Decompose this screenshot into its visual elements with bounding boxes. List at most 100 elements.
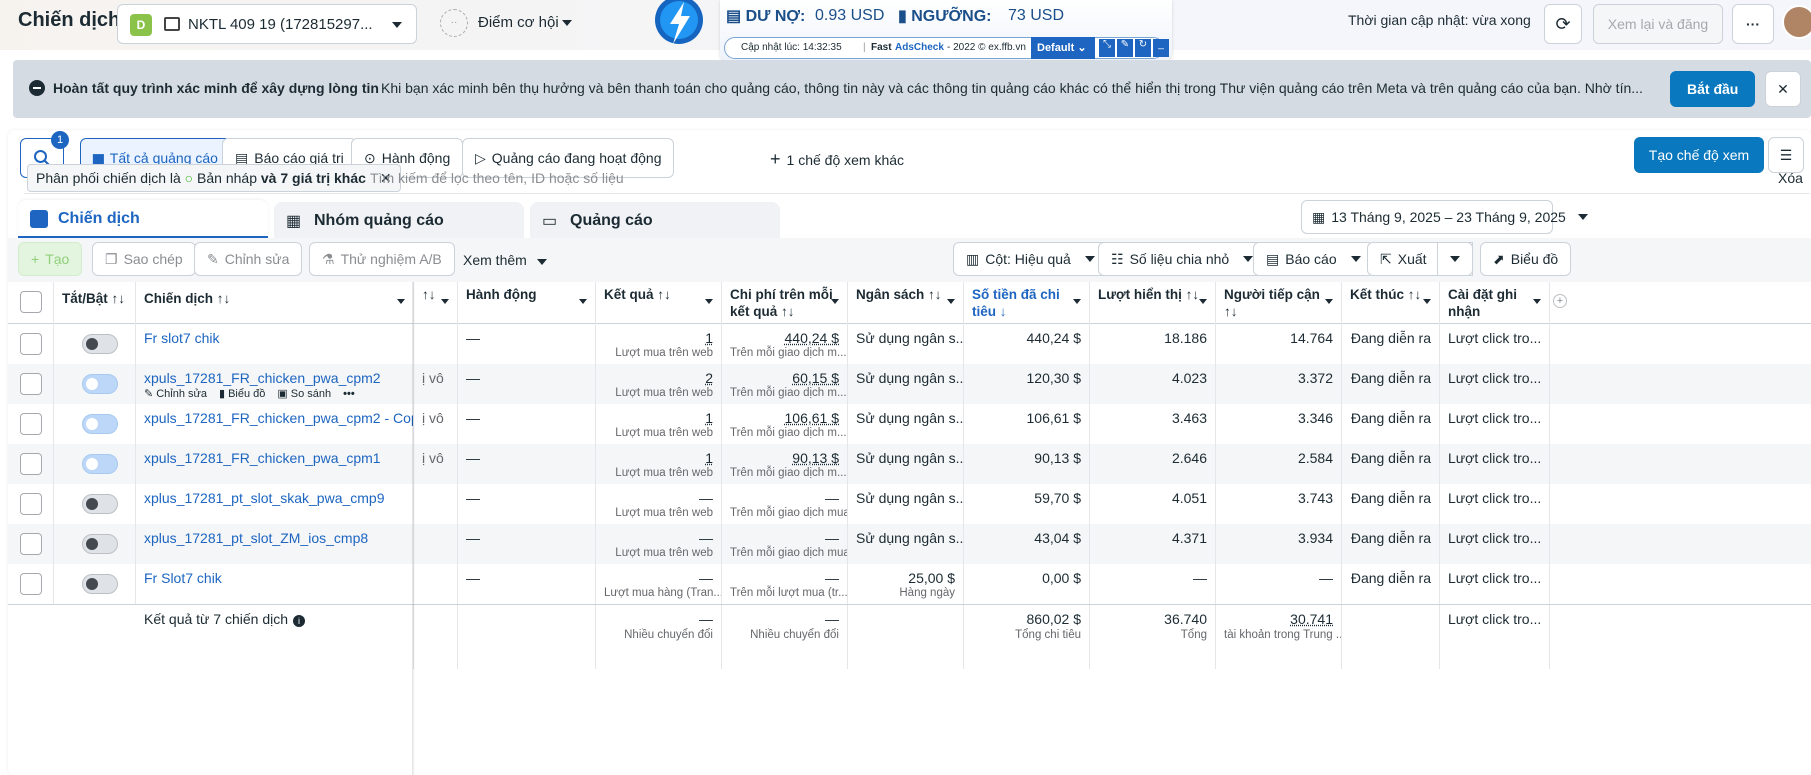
- account-selector[interactable]: D NKTL 409 19 (172815297...: [117, 4, 417, 44]
- table-row[interactable]: xpuls_17281_FR_chicken_pwa_cpm1 ị vô —1 Lượ…: [8, 444, 1811, 484]
- chevron-down-icon[interactable]: [579, 299, 587, 304]
- campaign-name-link[interactable]: Fr Slot7 chik: [144, 568, 405, 586]
- total-cell-reach: 30.741 tài khoản trong Trung ...: [1216, 605, 1342, 669]
- tab-adsets[interactable]: ▦ Nhóm quảng cáo: [274, 202, 524, 238]
- spent-value: 0,00 $: [972, 568, 1081, 586]
- more-button[interactable]: ···: [1732, 4, 1774, 44]
- compare-icon: ▣: [277, 388, 287, 400]
- row-chart-link[interactable]: ▮ Biểu đồ: [219, 388, 265, 400]
- row-checkbox[interactable]: [20, 493, 42, 515]
- refresh-icon: ⟳: [1555, 14, 1570, 35]
- filter-search-input[interactable]: Tìm kiếm để lọc theo tên, ID hoặc số liệ…: [370, 170, 1070, 186]
- cell-toggle: [54, 324, 136, 364]
- clear-filters-button[interactable]: Xóa: [1778, 170, 1803, 186]
- row-edit-link[interactable]: ✎ Chỉnh sửa: [144, 388, 207, 400]
- ext-edit-icon[interactable]: ✎: [1117, 39, 1133, 57]
- opportunity-score[interactable]: Điểm cơ hội: [478, 14, 559, 31]
- ext-expand-icon[interactable]: ⤡: [1099, 39, 1115, 57]
- table-row[interactable]: xpuls_17281_FR_chicken_pwa_cpm2 - Copy ị …: [8, 404, 1811, 444]
- campaign-toggle[interactable]: [82, 374, 118, 394]
- ab-test-button[interactable]: ⚗ Thử nghiệm A/B: [309, 242, 455, 276]
- campaign-toggle[interactable]: [82, 454, 118, 474]
- date-range-label: 13 Tháng 9, 2025 – 23 Tháng 9, 2025: [1331, 209, 1566, 225]
- column-header-ends[interactable]: Kết thúc ↑↓: [1342, 282, 1440, 324]
- info-icon[interactable]: i: [293, 615, 305, 627]
- ext-minimize-icon[interactable]: _: [1153, 39, 1169, 57]
- row-checkbox[interactable]: [20, 453, 42, 475]
- column-header-result[interactable]: Kết quả ↑↓: [596, 282, 722, 324]
- campaign-toggle[interactable]: [82, 534, 118, 554]
- row-checkbox[interactable]: [20, 373, 42, 395]
- column-header-action[interactable]: Hành động: [458, 282, 596, 324]
- table-row[interactable]: xpuls_17281_FR_chicken_pwa_cpm2 ✎ Chỉnh sử…: [8, 364, 1811, 404]
- campaign-name-link[interactable]: xpuls_17281_FR_chicken_pwa_cpm1: [144, 448, 405, 466]
- column-header-toggle[interactable]: Tắt/Bật ↑↓: [54, 282, 136, 324]
- column-header-attr[interactable]: Cài đặt ghi nhận: [1440, 282, 1550, 324]
- table-row[interactable]: Fr Slot7 chik — — Lượt mua hàng (Tran... — Tr…: [8, 564, 1811, 604]
- row-checkbox[interactable]: [20, 533, 42, 555]
- see-more-button[interactable]: Xem thêm: [463, 252, 547, 268]
- chevron-down-icon[interactable]: [1073, 299, 1081, 304]
- campaign-toggle[interactable]: [82, 414, 118, 434]
- campaign-name-link[interactable]: Fr slot7 chik: [144, 328, 405, 346]
- columns-button[interactable]: ▥ Cột: Hiệu quả: [953, 242, 1108, 276]
- campaign-toggle[interactable]: [82, 494, 118, 514]
- campaign-name-link[interactable]: xpuls_17281_FR_chicken_pwa_cpm2 - Copy: [144, 408, 405, 426]
- select-all-checkbox[interactable]: [20, 291, 42, 313]
- chevron-down-icon[interactable]: [1325, 299, 1333, 304]
- add-column-icon[interactable]: +: [1553, 294, 1567, 308]
- campaign-name-link[interactable]: xplus_17281_pt_slot_ZM_ios_cmp8: [144, 528, 405, 546]
- cost-value: 106,61 $: [730, 408, 839, 426]
- date-range-picker[interactable]: ▦ 13 Tháng 9, 2025 – 23 Tháng 9, 2025: [1301, 200, 1553, 234]
- copy-button[interactable]: ❐ Sao chép: [92, 242, 196, 276]
- column-header-cost[interactable]: Chi phí trên mỗi kết quả ↑↓: [722, 282, 848, 324]
- campaign-name-link[interactable]: xplus_17281_pt_slot_skak_pwa_cmp9: [144, 488, 405, 506]
- row-checkbox[interactable]: [20, 413, 42, 435]
- start-button[interactable]: Bắt đầu: [1670, 71, 1755, 107]
- table-row[interactable]: xplus_17281_pt_slot_skak_pwa_cmp9— — Lượt …: [8, 484, 1811, 524]
- table-row[interactable]: Fr slot7 chik —1 Lượt mua trên web 440,24 $…: [8, 324, 1811, 364]
- column-header-impr[interactable]: Lượt hiển thị ↑↓: [1090, 282, 1216, 324]
- chevron-down-icon[interactable]: [947, 299, 955, 304]
- breakdown-button[interactable]: ☷ Số liệu chia nhỏ: [1098, 242, 1266, 276]
- table-row[interactable]: xplus_17281_pt_slot_ZM_ios_cmp8— — Lượt mu…: [8, 524, 1811, 564]
- column-header-reach[interactable]: Người tiếp cận ↑↓: [1216, 282, 1342, 324]
- row-checkbox[interactable]: [20, 333, 42, 355]
- row-checkbox[interactable]: [20, 573, 42, 595]
- ends-value: Đang diễn ra: [1350, 448, 1431, 466]
- column-header-name[interactable]: Chiến dịch ↑↓: [136, 282, 414, 324]
- ext-refresh-icon[interactable]: ↻: [1135, 39, 1151, 57]
- campaign-name-link[interactable]: xpuls_17281_FR_chicken_pwa_cpm2: [144, 368, 405, 386]
- chevron-down-icon[interactable]: [705, 299, 713, 304]
- filter-chip[interactable]: Phân phối chiến dịch là ○ Bản nháp và 7 …: [27, 164, 401, 192]
- close-banner-button[interactable]: ✕: [1765, 71, 1801, 107]
- campaign-toggle[interactable]: [82, 334, 118, 354]
- chevron-down-icon[interactable]: [1199, 299, 1207, 304]
- chevron-down-icon[interactable]: [1423, 299, 1431, 304]
- review-publish-button[interactable]: Xem lại và đăng: [1593, 4, 1723, 44]
- chevron-down-icon[interactable]: [1533, 299, 1541, 304]
- column-header-spent[interactable]: Số tiền đã chi tiêu ↓: [964, 282, 1090, 324]
- column-header-label: Cài đặt ghi nhận: [1448, 287, 1517, 319]
- campaign-toggle[interactable]: [82, 574, 118, 594]
- chart-button[interactable]: ⬈ Biểu đồ: [1480, 242, 1571, 276]
- tab-campaigns[interactable]: Chiến dịch: [18, 200, 268, 238]
- ext-profile-select[interactable]: Default ⌄: [1031, 37, 1095, 59]
- create-label: Tạo: [45, 251, 69, 267]
- column-header-chk[interactable]: [8, 282, 54, 324]
- refresh-button[interactable]: ⟳: [1544, 4, 1582, 44]
- chevron-down-icon[interactable]: [831, 299, 839, 304]
- reports-button[interactable]: ▤ Báo cáo: [1253, 242, 1374, 276]
- avatar[interactable]: [1782, 5, 1811, 39]
- create-button[interactable]: + Tạo: [18, 242, 82, 276]
- cell-attr: Lượt click tro...: [1440, 564, 1550, 604]
- row-more-icon[interactable]: •••: [343, 388, 355, 400]
- tab-ads[interactable]: ▭ Quảng cáo: [530, 202, 780, 238]
- chevron-down-icon[interactable]: [397, 299, 405, 304]
- column-header-hidden[interactable]: ↑↓: [414, 282, 458, 324]
- row-compare-link[interactable]: ▣ So sánh: [277, 388, 331, 400]
- column-header-budget[interactable]: Ngân sách ↑↓: [848, 282, 964, 324]
- chevron-down-icon[interactable]: [441, 299, 449, 304]
- export-menu-button[interactable]: [1437, 242, 1473, 276]
- edit-button[interactable]: ✎ Chỉnh sửa: [194, 242, 302, 276]
